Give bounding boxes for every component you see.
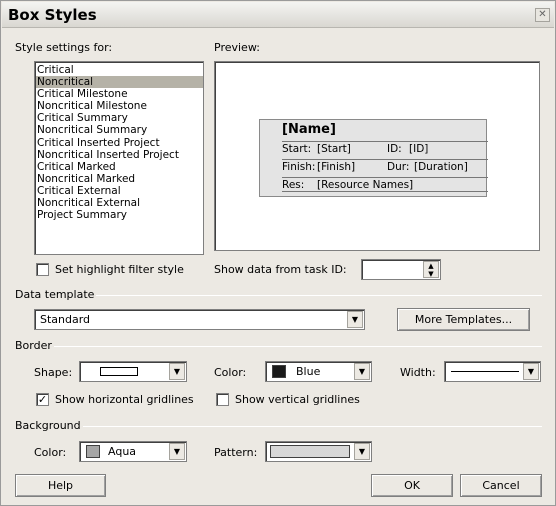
highlight-filter-checkbox[interactable]	[36, 263, 49, 276]
list-item[interactable]: Critical External	[36, 185, 203, 197]
preview-start-label: Start:	[282, 143, 312, 155]
width-label: Width:	[400, 366, 436, 379]
list-item[interactable]: Critical Inserted Project	[36, 137, 203, 149]
shape-label: Shape:	[34, 366, 73, 379]
preview-finish-value: [Finish]	[317, 161, 356, 173]
list-item[interactable]: Project Summary	[36, 209, 203, 221]
preview-pane: [Name] Start: [Start] ID: [ID] Finish: […	[214, 61, 540, 251]
preview-row-start: Start: [Start] ID: [ID]	[282, 141, 488, 156]
chevron-down-icon[interactable]: ▼	[347, 311, 363, 328]
list-item[interactable]: Noncritical Marked	[36, 173, 203, 185]
chevron-down-icon[interactable]: ▼	[169, 363, 185, 380]
ok-button[interactable]: OK	[371, 474, 453, 497]
data-template-dropdown[interactable]: Standard ▼	[34, 309, 365, 330]
preview-start-value: [Start]	[317, 143, 351, 155]
background-color-label: Color:	[34, 446, 67, 459]
width-dropdown[interactable]: ▼	[444, 361, 541, 382]
list-item[interactable]: Critical Summary	[36, 112, 203, 124]
chevron-down-icon[interactable]: ▼	[169, 443, 185, 460]
close-icon[interactable]: ✕	[535, 8, 550, 22]
preview-dur-value: [Duration]	[414, 161, 468, 173]
vertical-gridlines-label: Show vertical gridlines	[235, 393, 360, 406]
spin-arrows-icon[interactable]: ▲ ▼	[423, 261, 439, 278]
border-divider	[54, 346, 542, 347]
chevron-down-icon[interactable]: ▼	[523, 363, 539, 380]
list-item[interactable]: Critical	[36, 64, 203, 76]
preview-box: [Name] Start: [Start] ID: [ID] Finish: […	[259, 119, 488, 197]
background-divider	[83, 426, 542, 427]
preview-finish-label: Finish:	[282, 161, 316, 173]
pattern-sample	[270, 445, 350, 458]
list-item[interactable]: Critical Milestone	[36, 88, 203, 100]
data-template-value: Standard	[40, 313, 91, 326]
preview-name: [Name]	[282, 122, 336, 137]
preview-res-label: Res:	[282, 179, 305, 191]
more-templates-button[interactable]: More Templates...	[397, 308, 530, 331]
dialog-title: Box Styles	[8, 6, 97, 24]
list-item[interactable]: Critical Marked	[36, 161, 203, 173]
list-item[interactable]: Noncritical Milestone	[36, 100, 203, 112]
style-settings-list[interactable]: Critical Noncritical Critical Milestone Non…	[34, 61, 204, 255]
list-item[interactable]: Noncritical Summary	[36, 124, 203, 136]
preview-row-res: Res: [Resource Names]	[282, 177, 488, 192]
list-item[interactable]: Noncritical Inserted Project	[36, 149, 203, 161]
shape-dropdown[interactable]: ▼	[79, 361, 187, 382]
vertical-gridlines-checkbox[interactable]	[216, 393, 229, 406]
box-styles-dialog: Box Styles ✕ Style settings for: Critica…	[0, 0, 556, 506]
background-color-swatch	[86, 445, 100, 458]
border-color-swatch	[272, 365, 286, 378]
help-button[interactable]: Help	[15, 474, 106, 497]
background-label: Background	[15, 419, 81, 432]
style-settings-label: Style settings for:	[15, 41, 113, 54]
border-label: Border	[15, 339, 52, 352]
preview-id-value: [ID]	[409, 143, 429, 155]
pattern-label: Pattern:	[214, 446, 258, 459]
pattern-dropdown[interactable]: ▼	[265, 441, 372, 462]
border-color-dropdown[interactable]: Blue ▼	[265, 361, 372, 382]
data-template-divider	[96, 295, 542, 296]
horizontal-gridlines-label: Show horizontal gridlines	[55, 393, 194, 406]
border-color-value: Blue	[296, 365, 321, 378]
preview-label: Preview:	[214, 41, 260, 54]
preview-row-finish: Finish: [Finish] Dur: [Duration]	[282, 159, 488, 174]
show-data-label: Show data from task ID:	[214, 263, 347, 276]
list-item[interactable]: Noncritical External	[36, 197, 203, 209]
border-color-label: Color:	[214, 366, 247, 379]
task-id-spinner[interactable]: ▲ ▼	[361, 259, 441, 280]
shape-sample	[100, 367, 138, 376]
data-template-label: Data template	[15, 288, 95, 301]
background-color-dropdown[interactable]: Aqua ▼	[79, 441, 187, 462]
preview-id-label: ID:	[387, 143, 402, 155]
chevron-down-icon[interactable]: ▼	[354, 443, 370, 460]
chevron-down-icon[interactable]: ▼	[354, 363, 370, 380]
preview-dur-label: Dur:	[387, 161, 410, 173]
cancel-button[interactable]: Cancel	[460, 474, 542, 497]
preview-res-value: [Resource Names]	[317, 179, 414, 191]
background-color-value: Aqua	[108, 445, 137, 458]
title-bar[interactable]: Box Styles ✕	[2, 2, 554, 28]
line-width-sample	[451, 371, 519, 372]
horizontal-gridlines-checkbox[interactable]: ✓	[36, 393, 49, 406]
list-item[interactable]: Noncritical	[36, 76, 203, 89]
highlight-filter-label: Set highlight filter style	[55, 263, 184, 276]
